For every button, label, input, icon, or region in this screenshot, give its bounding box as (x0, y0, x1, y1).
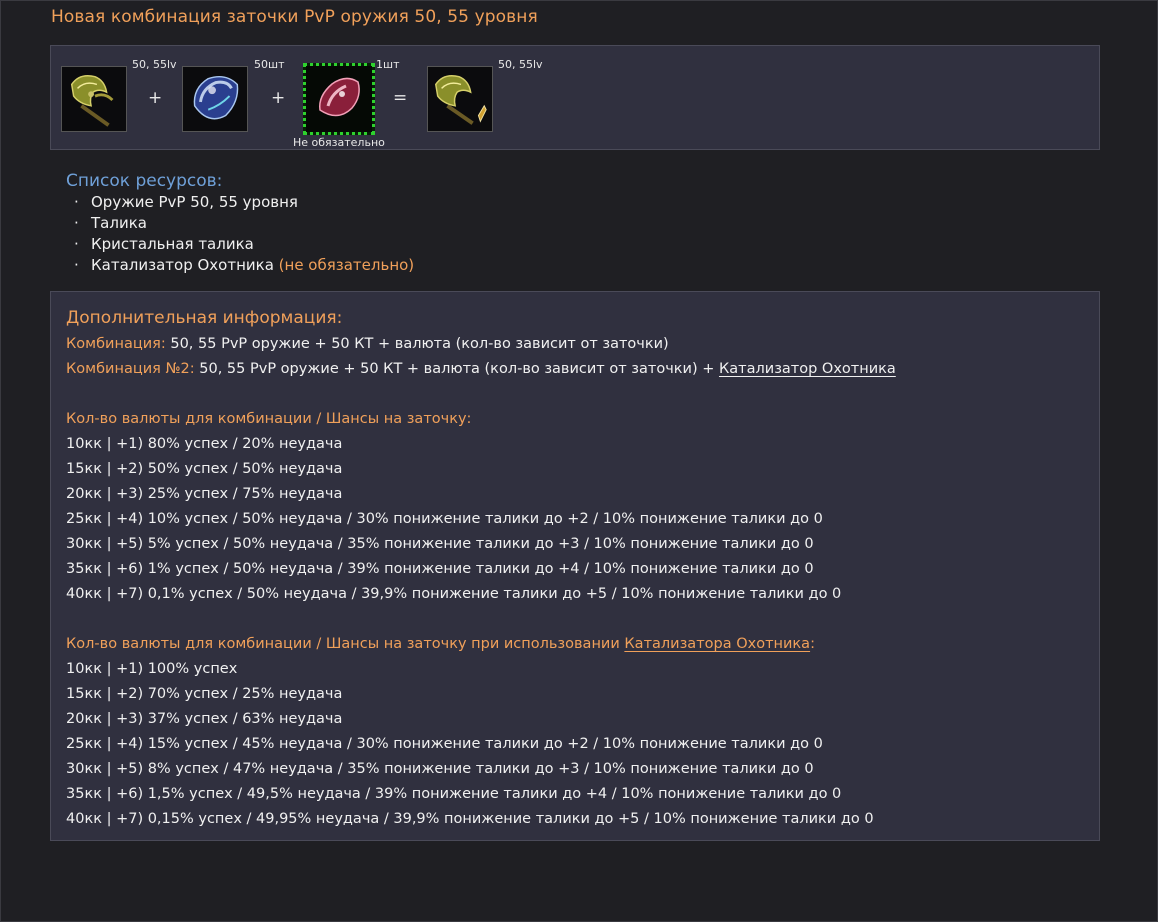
resource-item: · Кристальная талика (74, 235, 254, 253)
combination-panel: 50, 55lv + 50шт + 1шт Не обязательно = 5… (50, 45, 1100, 150)
info-title: Дополнительная информация: (66, 308, 343, 328)
table-2-row: 20кк | +3) 37% успех / 63% неудача (66, 711, 343, 727)
page-title: Новая комбинация заточки PvP оружия 50, … (51, 7, 538, 27)
talika-quantity: 50шт (254, 58, 285, 71)
combination-1-line: Комбинация: 50, 55 PvP оружие + 50 КТ + … (66, 336, 669, 352)
table-2-row: 15кк | +2) 70% успех / 25% неудача (66, 686, 343, 702)
table-1-row: 30кк | +5) 5% успех / 50% неудача / 35% … (66, 536, 814, 552)
table-2-header: Кол-во валюты для комбинации / Шансы на … (66, 636, 815, 652)
table-1-row: 35кк | +6) 1% успех / 50% неудача / 39% … (66, 561, 814, 577)
crystal-talika-quantity: 1шт (376, 58, 400, 71)
table-2-row: 40кк | +7) 0,15% успех / 49,95% неудача … (66, 811, 874, 827)
table-2-row: 25кк | +4) 15% успех / 45% неудача / 30%… (66, 736, 823, 752)
resources-list: · Оружие PvP 50, 55 уровня · Талика · Крист… (74, 192, 414, 276)
optional-label: Не обязательно (293, 136, 385, 149)
axe-result-icon (428, 67, 492, 131)
equals-operator: = (393, 88, 408, 108)
crystal-talika-icon (306, 66, 372, 132)
resource-item: · Оружие PvP 50, 55 уровня (74, 193, 298, 211)
resources-title: Список ресурсов: (66, 171, 223, 191)
additional-info-panel: Дополнительная информация: Комбинация: 5… (50, 291, 1100, 841)
talika-gem-icon (183, 67, 247, 131)
combination-2-line: Комбинация №2: 50, 55 PvP оружие + 50 КТ… (66, 361, 896, 377)
pvp-weapon-level: 50, 55lv (132, 58, 177, 71)
table-1-header: Кол-во валюты для комбинации / Шансы на … (66, 411, 472, 427)
talika-slot[interactable] (182, 66, 248, 132)
table-2-row: 35кк | +6) 1,5% успех / 49,5% неудача / … (66, 786, 842, 802)
table-1-row: 25кк | +4) 10% успех / 50% неудача / 30%… (66, 511, 823, 527)
crystal-talika-slot[interactable] (303, 63, 375, 135)
table-1-row: 15кк | +2) 50% успех / 50% неудача (66, 461, 343, 477)
result-weapon-slot[interactable] (427, 66, 493, 132)
hunter-catalyst-link[interactable]: Катализатор Охотника (719, 361, 896, 377)
combination-2-label: Комбинация №2: (66, 361, 195, 377)
hunter-catalyst-link-2[interactable]: Катализатора Охотника (624, 636, 810, 652)
axe-icon (62, 67, 126, 131)
pvp-weapon-slot[interactable] (61, 66, 127, 132)
table-1-row: 20кк | +3) 25% успех / 75% неудача (66, 486, 343, 502)
plus-operator: + (148, 88, 163, 108)
table-1-row: 40кк | +7) 0,1% успех / 50% неудача / 39… (66, 586, 842, 602)
table-2-row: 30кк | +5) 8% успех / 47% неудача / 35% … (66, 761, 814, 777)
resource-item: · Катализатор Охотника (не обязательно) (74, 256, 415, 274)
resource-item: · Талика (74, 214, 147, 232)
optional-note: (не обязательно) (278, 256, 415, 274)
plus-operator-2: + (271, 88, 286, 108)
table-2-row: 10кк | +1) 100% успех (66, 661, 238, 677)
combination-1-label: Комбинация: (66, 336, 166, 352)
result-weapon-level: 50, 55lv (498, 58, 543, 71)
table-1-row: 10кк | +1) 80% успех / 20% неудача (66, 436, 343, 452)
